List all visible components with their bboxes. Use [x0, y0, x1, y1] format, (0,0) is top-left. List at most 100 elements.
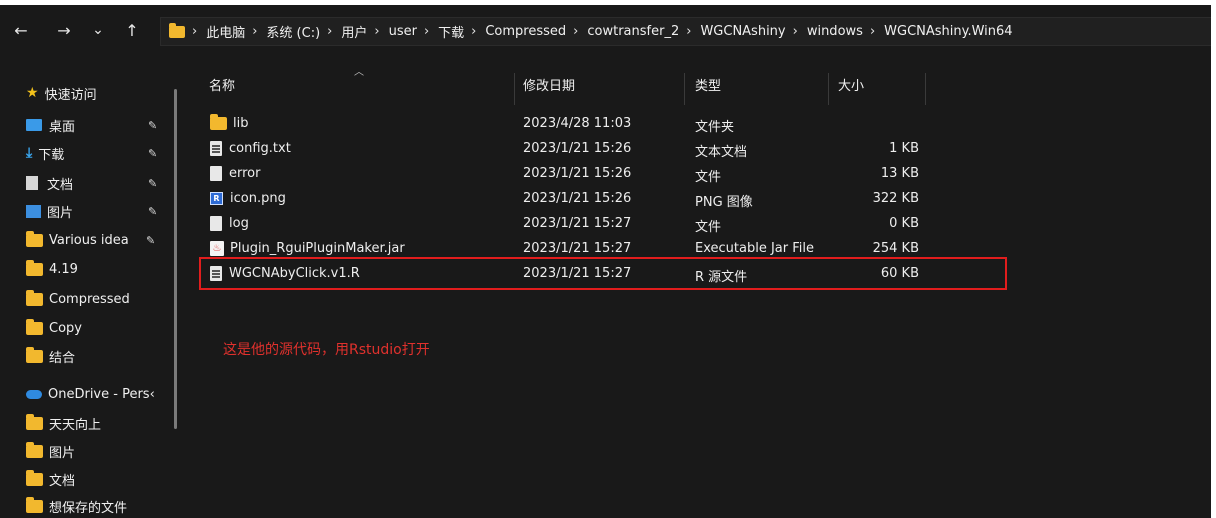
- sidebar-item-pictures[interactable]: 图片: [26, 199, 73, 223]
- annotation-text: 这是他的源代码，用Rstudio打开: [223, 342, 430, 358]
- sidebar-item-4-19[interactable]: 4.19: [26, 257, 78, 281]
- folder-icon: [26, 289, 43, 306]
- breadcrumb-item[interactable]: windows: [807, 24, 863, 39]
- column-divider[interactable]: [828, 73, 829, 105]
- file-date: 2023/1/21 15:26: [523, 141, 632, 156]
- breadcrumb-separator-icon[interactable]: ›: [374, 24, 379, 39]
- sort-ascending-icon: ︿: [354, 67, 364, 78]
- column-divider[interactable]: [514, 73, 515, 105]
- breadcrumb-item[interactable]: cowtransfer_2: [587, 24, 679, 39]
- up-button[interactable]: ↑: [121, 19, 143, 41]
- column-header-label: 类型: [695, 78, 722, 94]
- column-header-size[interactable]: 大小: [838, 73, 864, 95]
- file-date: 2023/4/28 11:03: [523, 116, 632, 131]
- sidebar-item-copy[interactable]: Copy: [26, 316, 82, 340]
- table-row[interactable]: config.txt 2023/1/21 15:26 文本文档 1 KB: [189, 139, 1211, 163]
- breadcrumb-item[interactable]: 此电脑: [206, 22, 245, 41]
- column-header-date[interactable]: 修改日期: [523, 73, 575, 95]
- breadcrumb-separator-icon[interactable]: ›: [471, 24, 476, 39]
- breadcrumb-item[interactable]: 下载: [438, 22, 464, 41]
- sidebar-item-label: Various idea: [49, 232, 129, 248]
- java-jar-icon: ♨: [210, 241, 224, 256]
- folder-icon: [26, 259, 43, 276]
- column-header-name[interactable]: 名称: [209, 73, 235, 95]
- breadcrumb-item[interactable]: user: [389, 24, 417, 39]
- table-row[interactable]: Ricon.png 2023/1/21 15:26 PNG 图像 322 KB: [189, 189, 1211, 213]
- breadcrumb-separator-icon[interactable]: ›: [424, 24, 429, 39]
- column-divider[interactable]: [925, 73, 926, 105]
- file-date: 2023/1/21 15:27: [523, 241, 632, 256]
- sidebar-item-label: Copy: [49, 320, 82, 336]
- folder-icon: [26, 230, 43, 247]
- file-name-cell: log: [210, 216, 249, 231]
- sidebar-item-label: 文档: [47, 177, 74, 193]
- folder-icon: [26, 346, 43, 363]
- file-name: log: [229, 216, 249, 231]
- sidebar-item-onedrive-folder[interactable]: 天天向上: [26, 411, 101, 435]
- breadcrumb-separator-icon[interactable]: ›: [870, 24, 875, 39]
- column-header-label: 名称: [209, 78, 236, 94]
- sidebar-item-label: 想保存的文件: [49, 500, 128, 516]
- breadcrumb-separator-icon[interactable]: ›: [327, 24, 332, 39]
- pin-icon: ✎: [148, 147, 158, 160]
- folder-icon: [210, 114, 227, 130]
- breadcrumb-item[interactable]: 用户: [341, 22, 367, 41]
- file-date: 2023/1/21 15:27: [523, 216, 632, 231]
- file-icon: [210, 216, 222, 231]
- folder-icon: [26, 318, 43, 335]
- file-icon: [210, 166, 222, 181]
- image-file-icon: R: [210, 192, 223, 205]
- sidebar-item-label: 图片: [49, 445, 76, 461]
- breadcrumb-separator-icon[interactable]: ›: [252, 24, 257, 39]
- file-type: 文件: [695, 220, 722, 235]
- sidebar-item-onedrive[interactable]: OneDrive - Pers‹: [26, 382, 155, 406]
- folder-icon: [26, 496, 43, 513]
- breadcrumb-item[interactable]: Compressed: [485, 24, 566, 39]
- sidebar-item-downloads[interactable]: ⤓ 下载: [26, 141, 64, 165]
- sidebar-item-various-idea[interactable]: Various idea: [26, 228, 129, 252]
- address-bar[interactable]: › 此电脑 › 系统 (C:) › 用户 › user › 下载 › Compr…: [160, 17, 1211, 46]
- sidebar-item-quick-access[interactable]: ★ 快速访问: [26, 81, 97, 105]
- sidebar-item-desktop[interactable]: 桌面: [26, 113, 75, 137]
- file-type: 文件: [695, 170, 722, 185]
- sidebar-item-onedrive-folder[interactable]: 想保存的文件: [26, 494, 127, 518]
- file-name-cell: lib: [210, 114, 248, 131]
- column-divider[interactable]: [684, 73, 685, 105]
- sidebar-item-label: 结合: [49, 350, 76, 366]
- sidebar-item-label: 4.19: [49, 261, 78, 277]
- folder-icon: [26, 469, 43, 486]
- sidebar-item-label: 天天向上: [49, 417, 102, 433]
- file-date: 2023/1/21 15:26: [523, 191, 632, 206]
- breadcrumb-item[interactable]: 系统 (C:): [266, 22, 320, 41]
- file-type: PNG 图像: [695, 195, 753, 210]
- table-row[interactable]: error 2023/1/21 15:26 文件 13 KB: [189, 164, 1211, 188]
- file-size: 254 KB: [872, 241, 919, 256]
- breadcrumb-item[interactable]: WGCNAshiny.Win64: [884, 24, 1012, 39]
- sidebar-item-onedrive-folder[interactable]: 图片: [26, 439, 75, 463]
- breadcrumb-separator-icon[interactable]: ›: [793, 24, 798, 39]
- sidebar-item-onedrive-folder[interactable]: 文档: [26, 467, 75, 491]
- pictures-icon: [26, 204, 41, 218]
- forward-button[interactable]: →: [53, 19, 75, 41]
- folder-icon: [169, 22, 185, 38]
- sidebar-item-label: OneDrive - Pers‹: [48, 386, 155, 402]
- sidebar-item-combine[interactable]: 结合: [26, 344, 75, 368]
- sidebar-item-compressed[interactable]: Compressed: [26, 287, 130, 311]
- file-name-cell: error: [210, 166, 260, 181]
- breadcrumb-separator-icon[interactable]: ›: [686, 24, 691, 39]
- table-row[interactable]: lib 2023/4/28 11:03 文件夹: [189, 114, 1211, 138]
- recent-locations-button[interactable]: ⌄: [87, 19, 109, 41]
- breadcrumb-item[interactable]: WGCNAshiny: [700, 24, 785, 39]
- column-header-type[interactable]: 类型: [695, 73, 721, 95]
- sidebar-scrollbar[interactable]: [174, 89, 177, 429]
- breadcrumb-separator-icon[interactable]: ›: [573, 24, 578, 39]
- forward-arrow-icon: →: [57, 20, 71, 40]
- back-button[interactable]: ←: [10, 19, 32, 41]
- file-name: config.txt: [229, 141, 291, 156]
- sidebar-item-label: 桌面: [49, 119, 76, 135]
- file-type: 文件夹: [695, 120, 735, 135]
- sidebar-item-documents[interactable]: 文档: [26, 171, 73, 195]
- table-row[interactable]: log 2023/1/21 15:27 文件 0 KB: [189, 214, 1211, 238]
- pin-icon: ✎: [148, 119, 158, 132]
- sidebar-item-label: 图片: [47, 205, 74, 221]
